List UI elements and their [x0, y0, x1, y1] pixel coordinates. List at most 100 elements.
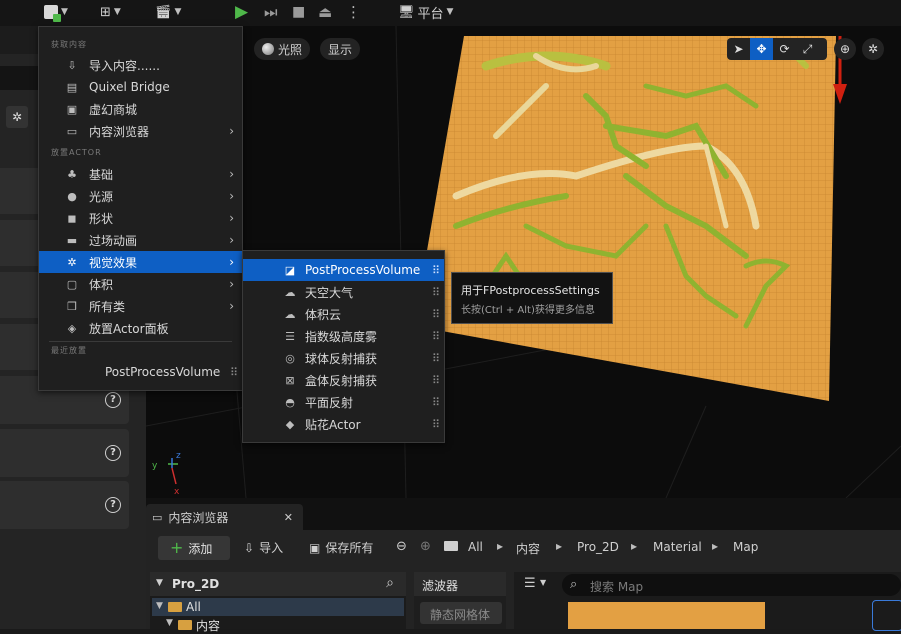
menu-item-lights[interactable]: ● 光源 ›	[39, 185, 242, 207]
breadcrumb-item[interactable]: Map	[733, 540, 758, 554]
create-actor-button[interactable]: ▼	[44, 2, 68, 22]
play-options-button[interactable]: ⋮	[346, 2, 361, 22]
menu-item-quixel-bridge[interactable]: ▤ Quixel Bridge	[39, 76, 242, 98]
sky-icon: ☁	[284, 285, 296, 299]
submenu-item-volumetric-cloud[interactable]: ☁ 体积云 ⠿	[243, 303, 444, 325]
asset-thumbnail[interactable]	[872, 600, 901, 631]
drag-handle-icon[interactable]: ⠿	[432, 308, 440, 321]
lighting-mode-button[interactable]: 光照	[254, 38, 311, 60]
help-icon[interactable]: ?	[105, 392, 121, 408]
svg-text:x: x	[174, 487, 180, 497]
surface-snap-button[interactable]: ✲	[862, 38, 884, 60]
filters-header: 滤波器	[414, 572, 506, 596]
sparkle-tool-button[interactable]: ✲	[6, 106, 28, 128]
drag-handle-icon[interactable]: ⠿	[432, 396, 440, 409]
breadcrumb-item[interactable]: All	[468, 540, 483, 554]
add-button[interactable]: + 添加	[158, 536, 230, 560]
play-button[interactable]: ▶	[235, 2, 248, 22]
kebab-icon: ⋮	[346, 3, 361, 21]
menu-item-place-actors-panel[interactable]: ◈ 放置Actor面板	[39, 317, 242, 339]
menu-item-visual-effects[interactable]: ✲ 视觉效果 ›	[39, 251, 242, 273]
asset-search-input[interactable]: ⌕ 搜索 Map	[562, 574, 901, 596]
help-icon[interactable]: ?	[105, 497, 121, 513]
menu-item-recent-postprocessvolume[interactable]: PostProcessVolume ⠿	[39, 361, 242, 383]
submenu-item-sky-atmosphere[interactable]: ☁ 天空大气 ⠿	[243, 281, 444, 303]
menu-item-all-classes[interactable]: ❒ 所有类 ›	[39, 295, 242, 317]
forward-arrow-icon: ⊕	[420, 539, 431, 554]
left-panel-row[interactable]: ?	[0, 481, 129, 529]
content-browser: + 添加 ⇩ 导入 ▣ 保存所有 ⊖ ⊕ All ▸ 内容 ▸ Pro_2D ▸ M…	[146, 530, 901, 633]
left-panel-row[interactable]: ?	[0, 429, 129, 477]
submenu-item-planar-reflection[interactable]: ◓ 平面反射 ⠿	[243, 391, 444, 413]
menu-item-shapes[interactable]: ◼ 形状 ›	[39, 207, 242, 229]
drag-handle-icon[interactable]: ⠿	[432, 374, 440, 387]
search-icon[interactable]: ⌕	[386, 575, 394, 591]
folder-icon: ▭	[152, 510, 163, 524]
shapes-icon: ♣	[67, 167, 77, 181]
select-mode-button[interactable]: ➤	[727, 38, 750, 60]
filter-icon[interactable]: ☰	[524, 576, 536, 591]
content-browser-tab[interactable]: ▭ 内容浏览器 ✕	[146, 504, 303, 530]
cursor-icon: ➤	[733, 42, 744, 56]
import-button[interactable]: ⇩ 导入	[244, 539, 283, 556]
expand-icon[interactable]: ▼	[156, 601, 163, 611]
history-back-button[interactable]: ⊖	[396, 539, 407, 554]
submenu-item-label: 球体反射捕获	[305, 351, 378, 366]
collapse-icon[interactable]: ▼	[156, 578, 163, 588]
menu-item-import[interactable]: ⇩ 导入内容......	[39, 54, 242, 76]
sparkle-icon: ✲	[11, 110, 23, 124]
submenu-item-decal-actor[interactable]: ◆ 贴花Actor ⠿	[243, 413, 444, 435]
eject-button[interactable]: ⏏	[318, 2, 332, 22]
import-icon: ⇩	[67, 58, 77, 72]
history-forward-button[interactable]: ⊕	[420, 539, 431, 554]
submenu-item-box-reflection-capture[interactable]: ⊠ 盒体反射捕获 ⠿	[243, 369, 444, 391]
tab-label: 内容浏览器	[168, 510, 229, 525]
drag-handle-icon[interactable]: ⠿	[432, 352, 440, 365]
scale-icon: ⤢	[802, 42, 813, 56]
chevron-right-icon[interactable]: ▸	[631, 539, 637, 553]
breadcrumb-item[interactable]: Material	[653, 540, 702, 554]
blueprint-button[interactable]: ⊞ ▼	[100, 2, 121, 22]
menu-item-basic[interactable]: ♣ 基础 ›	[39, 163, 242, 185]
stop-button[interactable]: ■	[292, 2, 305, 22]
search-icon: ⌕	[570, 577, 578, 592]
gizmo-z-arrowhead[interactable]	[833, 84, 847, 104]
drag-handle-icon[interactable]: ⠿	[432, 286, 440, 299]
submenu-item-sphere-reflection-capture[interactable]: ◎ 球体反射捕获 ⠿	[243, 347, 444, 369]
world-space-button[interactable]: ⊕	[834, 38, 856, 60]
close-icon[interactable]: ✕	[284, 511, 293, 524]
folder-icon: ▭	[66, 124, 78, 138]
rotate-mode-button[interactable]: ⟳	[773, 38, 796, 60]
breadcrumb-item[interactable]: 内容	[516, 540, 540, 557]
chevron-right-icon[interactable]: ▸	[497, 539, 503, 553]
asset-thumbnail[interactable]	[568, 602, 765, 629]
menu-item-volumes[interactable]: ▢ 体积 ›	[39, 273, 242, 295]
submenu-item-postprocessvolume[interactable]: ◪ PostProcessVolume ⠿	[243, 259, 444, 281]
drag-handle-icon[interactable]: ⠿	[432, 330, 440, 343]
show-button[interactable]: 显示	[320, 38, 361, 60]
platforms-button[interactable]: 🖥︎ 平台 ▼	[398, 2, 453, 22]
advance-frame-button[interactable]: ⏭	[264, 2, 278, 22]
drag-handle-icon[interactable]: ⠿	[432, 418, 440, 431]
content-browser-tabbar: ▭ 内容浏览器 ✕	[146, 498, 901, 530]
chevron-right-icon[interactable]: ▸	[556, 539, 562, 553]
chevron-down-icon[interactable]: ▼	[540, 578, 546, 587]
menu-item-marketplace[interactable]: ▣ 虚幻商城	[39, 98, 242, 120]
submenu-item-exponential-height-fog[interactable]: ☰ 指数级高度雾 ⠿	[243, 325, 444, 347]
scale-mode-button[interactable]: ⤢	[796, 38, 819, 60]
chevron-right-icon[interactable]: ▸	[712, 539, 718, 553]
expand-icon[interactable]: ▼	[166, 618, 173, 628]
save-all-button[interactable]: ▣ 保存所有	[309, 539, 373, 556]
menu-item-cinematic[interactable]: ▬ 过场动画 ›	[39, 229, 242, 251]
cinematics-button[interactable]: 🎬︎ ▼	[155, 2, 181, 22]
breadcrumb-item[interactable]: Pro_2D	[577, 540, 619, 554]
filter-chip-static-mesh[interactable]: 静态网格体	[420, 602, 502, 624]
menu-item-content-browser[interactable]: ▭ 内容浏览器 ›	[39, 120, 242, 142]
drag-handle-icon[interactable]: ⠿	[230, 366, 238, 379]
tree-item-all[interactable]: ▼ All	[152, 598, 404, 616]
help-icon[interactable]: ?	[105, 445, 121, 461]
drag-handle-icon[interactable]: ⠿	[432, 264, 440, 277]
translate-mode-button[interactable]: ✥	[750, 38, 773, 60]
submenu-item-label: 平面反射	[305, 395, 354, 410]
folder-icon	[444, 541, 458, 551]
